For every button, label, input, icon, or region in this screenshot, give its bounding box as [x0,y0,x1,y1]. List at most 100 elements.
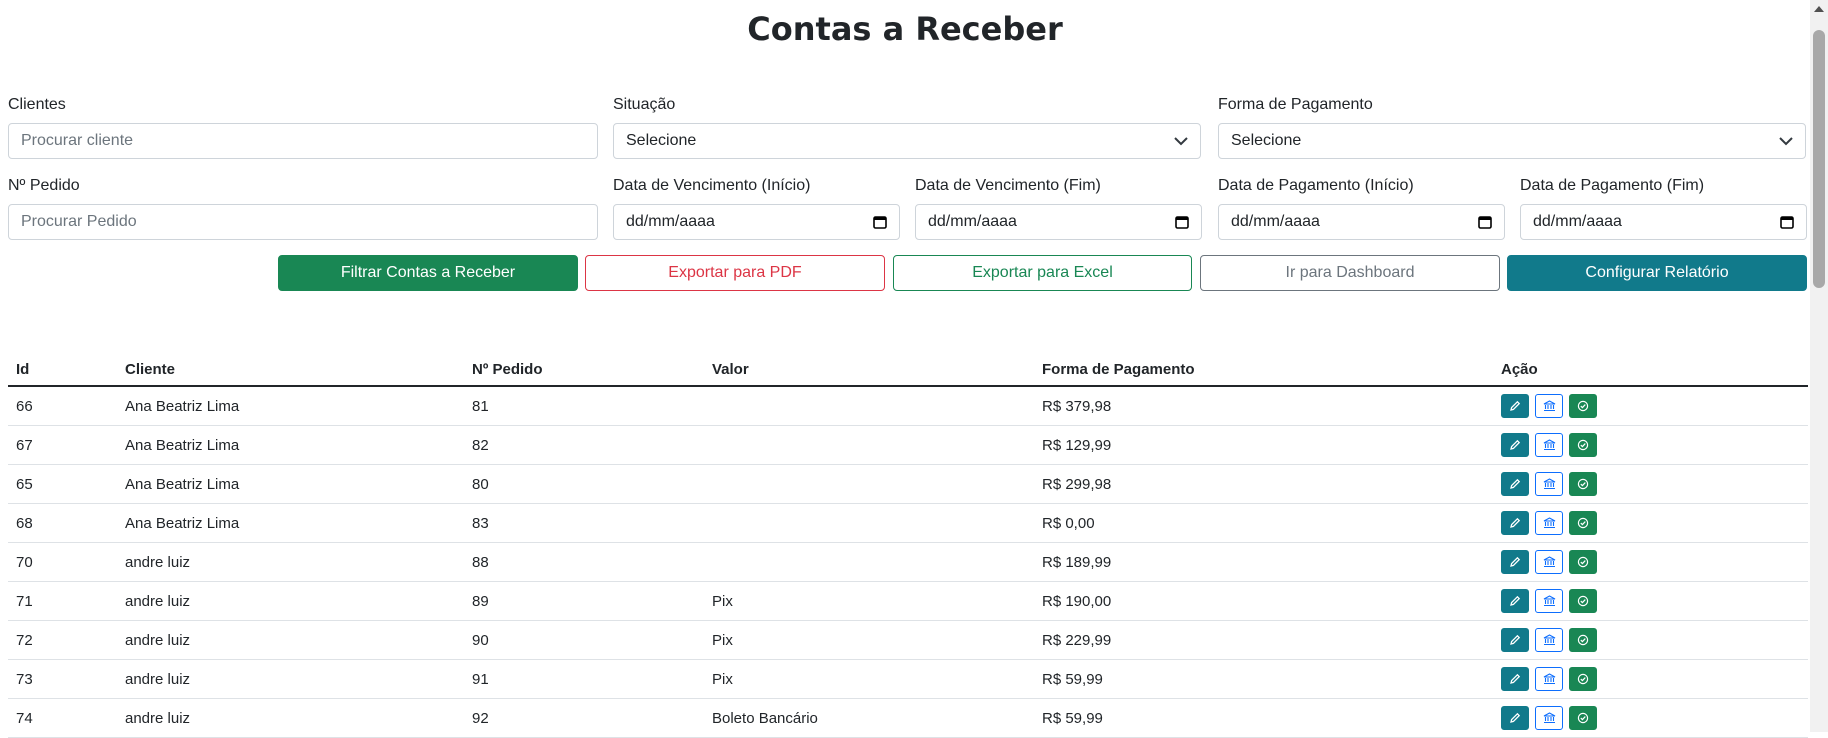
bank-icon [1543,673,1556,685]
check-circle-icon [1577,634,1589,646]
clientes-label: Clientes [8,96,66,113]
check-circle-icon [1577,400,1589,412]
bank-button[interactable] [1535,472,1563,496]
forma-pagamento-selected-value: Selecione [1231,132,1302,149]
bank-icon [1543,400,1556,412]
chevron-down-icon [1779,137,1793,146]
edit-button[interactable] [1501,589,1529,613]
bank-icon [1543,712,1556,724]
edit-button[interactable] [1501,550,1529,574]
confirm-payment-button[interactable] [1569,472,1597,496]
bank-button[interactable] [1535,511,1563,535]
venc-fim-date-input[interactable]: dd/mm/aaaa [915,204,1202,240]
venc-fim-value: dd/mm/aaaa [928,213,1017,230]
venc-inicio-date-input[interactable]: dd/mm/aaaa [613,204,900,240]
row-actions [1501,628,1800,652]
confirm-payment-button[interactable] [1569,589,1597,613]
table-row: 73 andre luiz 91 Pix R$ 59,99 [8,659,1808,699]
table-row: 67 Ana Beatriz Lima 82 R$ 129,99 [8,425,1808,465]
bank-button[interactable] [1535,433,1563,457]
cell-cliente: Ana Beatriz Lima [117,425,464,465]
confirm-payment-button[interactable] [1569,511,1597,535]
calendar-icon[interactable] [873,215,887,229]
confirm-payment-button[interactable] [1569,433,1597,457]
check-circle-icon [1577,712,1589,724]
edit-button[interactable] [1501,667,1529,691]
bank-button[interactable] [1535,394,1563,418]
configurar-relatorio-button[interactable]: Configurar Relatório [1507,255,1807,291]
cell-cliente: andre luiz [117,542,464,582]
cell-pedido: 81 [464,386,704,426]
contas-table: Id Cliente Nº Pedido Valor Forma de Paga… [8,353,1808,738]
cell-id: 72 [8,620,117,660]
bank-button[interactable] [1535,667,1563,691]
edit-button[interactable] [1501,511,1529,535]
pencil-icon [1509,595,1521,607]
calendar-icon[interactable] [1478,215,1492,229]
cell-valor [704,464,1034,504]
export-excel-button[interactable]: Exportar para Excel [893,255,1192,291]
dashboard-button[interactable]: Ir para Dashboard [1200,255,1500,291]
check-circle-icon [1577,595,1589,607]
cell-id: 66 [8,386,117,426]
cell-pedido: 91 [464,659,704,699]
bank-button[interactable] [1535,628,1563,652]
pag-fim-label: Data de Pagamento (Fim) [1520,177,1705,194]
scrollbar-thumb[interactable] [1813,30,1825,288]
cell-forma-pagamento: R$ 189,99 [1034,542,1493,582]
confirm-payment-button[interactable] [1569,706,1597,730]
numero-pedido-search-input[interactable] [8,204,598,240]
cell-cliente: andre luiz [117,581,464,621]
cell-cliente: Ana Beatriz Lima [117,386,464,426]
confirm-payment-button[interactable] [1569,667,1597,691]
bank-button[interactable] [1535,706,1563,730]
bank-icon [1543,595,1556,607]
row-actions [1501,433,1800,457]
cell-cliente: Ana Beatriz Lima [117,503,464,543]
row-actions [1501,667,1800,691]
pencil-icon [1509,478,1521,490]
numero-pedido-label: Nº Pedido [8,177,80,194]
cell-forma-pagamento: R$ 0,00 [1034,503,1493,543]
header-pedido: Nº Pedido [464,353,704,387]
cell-id: 73 [8,659,117,699]
page: Contas a Receber Clientes Situação Forma… [0,0,1810,738]
forma-pagamento-select[interactable]: Selecione [1218,123,1806,159]
header-forma-pagamento: Forma de Pagamento [1034,353,1493,387]
header-cliente: Cliente [117,353,464,387]
cell-id: 68 [8,503,117,543]
cell-forma-pagamento: R$ 190,00 [1034,581,1493,621]
edit-button[interactable] [1501,394,1529,418]
bank-button[interactable] [1535,589,1563,613]
cell-acao [1493,464,1808,504]
calendar-icon[interactable] [1175,215,1189,229]
cell-valor: Pix [704,620,1034,660]
row-actions [1501,511,1800,535]
edit-button[interactable] [1501,628,1529,652]
row-actions [1501,472,1800,496]
edit-button[interactable] [1501,706,1529,730]
pencil-icon [1509,673,1521,685]
edit-button[interactable] [1501,433,1529,457]
confirm-payment-button[interactable] [1569,628,1597,652]
confirm-payment-button[interactable] [1569,394,1597,418]
venc-fim-label: Data de Vencimento (Fim) [915,177,1101,194]
bank-button[interactable] [1535,550,1563,574]
confirm-payment-button[interactable] [1569,550,1597,574]
clientes-search-input[interactable] [8,123,598,159]
export-pdf-button[interactable]: Exportar para PDF [585,255,885,291]
pag-fim-date-input[interactable]: dd/mm/aaaa [1520,204,1807,240]
pag-fim-value: dd/mm/aaaa [1533,213,1622,230]
edit-button[interactable] [1501,472,1529,496]
filtrar-button[interactable]: Filtrar Contas a Receber [278,255,578,291]
check-circle-icon [1577,478,1589,490]
page-title: Contas a Receber [747,10,1063,48]
calendar-icon[interactable] [1780,215,1794,229]
scroll-up-arrow-icon[interactable] [1814,6,1824,12]
situacao-select[interactable]: Selecione [613,123,1201,159]
cell-pedido: 80 [464,464,704,504]
bank-icon [1543,517,1556,529]
table-header-row: Id Cliente Nº Pedido Valor Forma de Paga… [8,353,1808,387]
pag-inicio-date-input[interactable]: dd/mm/aaaa [1218,204,1505,240]
pag-inicio-label: Data de Pagamento (Início) [1218,177,1414,194]
